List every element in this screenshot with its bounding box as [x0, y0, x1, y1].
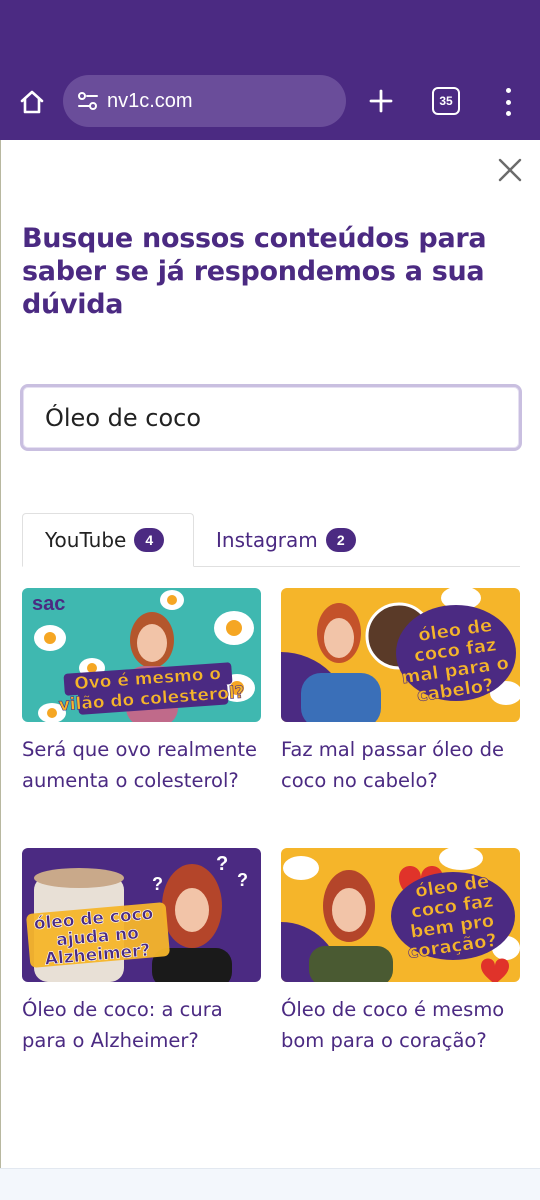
svg-text:sac: sac	[32, 593, 65, 615]
video-thumbnail[interactable]: óleo de coco faz bem pro coração?	[281, 848, 520, 982]
tab-youtube-count-badge: 4	[134, 528, 165, 552]
home-icon	[20, 90, 44, 114]
home-button[interactable]	[14, 84, 50, 120]
plus-icon	[369, 89, 393, 113]
browser-menu-button[interactable]	[496, 86, 520, 118]
svg-text:?: ?	[237, 870, 248, 890]
video-card[interactable]: óleo de coco faz mal para o cabelo? Faz mal…	[281, 588, 521, 796]
address-bar[interactable]: nv1c.com	[63, 75, 346, 127]
new-tab-button[interactable]	[364, 84, 398, 118]
video-title[interactable]: Óleo de coco é mesmo bom para o coração?	[281, 994, 521, 1056]
close-icon	[498, 158, 522, 182]
url-text: nv1c.com	[107, 89, 193, 112]
tab-instagram[interactable]: Instagram 2	[216, 513, 356, 567]
overlay-headline: Busque nossos conteúdos para saber se já…	[22, 223, 487, 320]
video-card[interactable]: óleo de coco faz bem pro coração? Óleo de c…	[281, 848, 521, 1056]
video-title[interactable]: Será que ovo realmente aumenta o coleste…	[22, 734, 262, 796]
tab-count: 35	[439, 94, 453, 108]
video-card[interactable]: ? ? ? óleo de coco ajuda no Alzheimer? Óle…	[22, 848, 262, 1056]
tab-switcher-button[interactable]: 35	[432, 87, 460, 115]
video-card[interactable]: sac Ovo é mesmo o vilão do colesterol? Se…	[22, 588, 262, 796]
source-tabs: YouTube 4 Instagram 2	[22, 513, 520, 567]
tab-youtube-label: YouTube	[45, 528, 127, 552]
site-settings-icon[interactable]	[75, 88, 101, 114]
video-thumbnail[interactable]: ? ? ? óleo de coco ajuda no Alzheimer?	[22, 848, 261, 982]
tab-youtube[interactable]: YouTube 4	[22, 513, 194, 567]
close-button[interactable]	[496, 156, 524, 184]
video-title[interactable]: Faz mal passar óleo de coco no cabelo?	[281, 734, 521, 796]
video-thumbnail[interactable]: sac Ovo é mesmo o vilão do colesterol?	[22, 588, 261, 722]
menu-dot-icon	[505, 111, 511, 116]
tab-instagram-count-badge: 2	[325, 528, 356, 552]
video-title[interactable]: Óleo de coco: a cura para o Alzheimer?	[22, 994, 262, 1056]
menu-dot-icon	[505, 88, 511, 93]
tab-instagram-label: Instagram	[216, 528, 318, 552]
menu-dot-icon	[505, 99, 511, 105]
svg-text:?: ?	[152, 874, 163, 894]
svg-text:?: ?	[216, 853, 228, 875]
search-input[interactable]	[20, 384, 522, 451]
bottom-strip	[0, 1168, 540, 1200]
video-thumbnail[interactable]: óleo de coco faz mal para o cabelo?	[281, 588, 520, 722]
